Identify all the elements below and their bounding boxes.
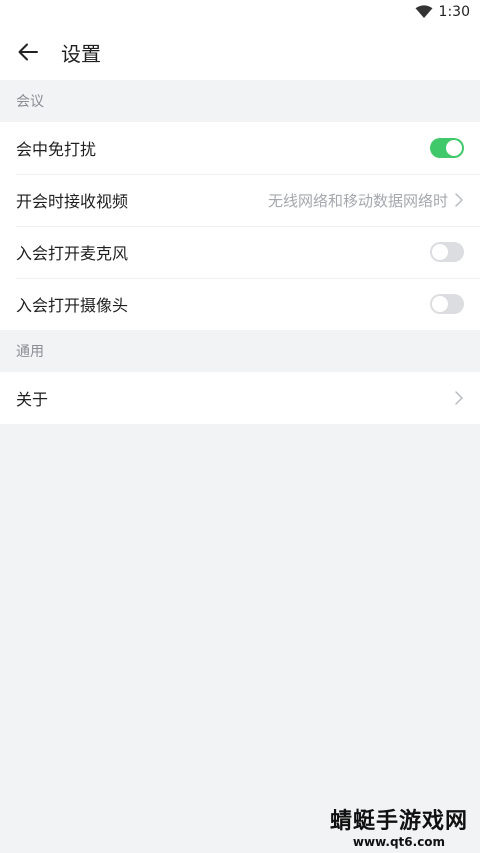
receive-video-value: 无线网络和移动数据网络时 [267, 191, 448, 210]
section-header-meeting: 会议 [16, 94, 44, 110]
app-bar: 设置 [0, 24, 480, 80]
watermark-logo: 蜻蜓手游戏网 www.qt6.com [330, 803, 468, 849]
toggle-knob [432, 244, 448, 260]
setting-label: 入会打开摄像头 [16, 296, 129, 315]
setting-label: 会中免打扰 [16, 140, 97, 159]
setting-label: 开会时接收视频 [16, 192, 129, 211]
setting-label: 入会打开麦克风 [16, 244, 129, 263]
general-settings-group: 关于 [0, 372, 480, 424]
setting-row-open-microphone[interactable]: 入会打开麦克风 [0, 226, 480, 278]
setting-row-receive-video[interactable]: 开会时接收视频 无线网络和移动数据网络时 [0, 174, 480, 226]
toggle-knob [446, 140, 462, 156]
page-title: 设置 [61, 41, 101, 66]
back-button[interactable] [14, 38, 42, 66]
setting-row-do-not-disturb[interactable]: 会中免打扰 [0, 122, 480, 174]
toggle-knob [432, 296, 448, 312]
setting-row-about[interactable]: 关于 [0, 372, 480, 424]
open-camera-toggle[interactable] [430, 294, 464, 314]
section-header-general: 通用 [16, 344, 44, 360]
chevron-right-icon [455, 391, 463, 405]
do-not-disturb-toggle[interactable] [430, 138, 464, 158]
watermark-url: www.qt6.com [352, 835, 446, 849]
watermark-text: 蜻蜓手游戏网 [329, 809, 468, 834]
meeting-settings-group: 会中免打扰 开会时接收视频 无线网络和移动数据网络时 入会打开麦克风 入会打开摄… [0, 122, 480, 330]
setting-value-group: 无线网络和移动数据网络时 [268, 190, 464, 211]
wifi-icon [415, 5, 433, 18]
status-bar: 1:30 [0, 0, 480, 24]
arrow-left-icon [18, 43, 38, 61]
open-microphone-toggle[interactable] [430, 242, 464, 262]
chevron-right-icon [455, 193, 463, 207]
setting-label: 关于 [16, 390, 49, 409]
setting-row-open-camera[interactable]: 入会打开摄像头 [0, 278, 480, 330]
status-time: 1:30 [438, 4, 470, 20]
